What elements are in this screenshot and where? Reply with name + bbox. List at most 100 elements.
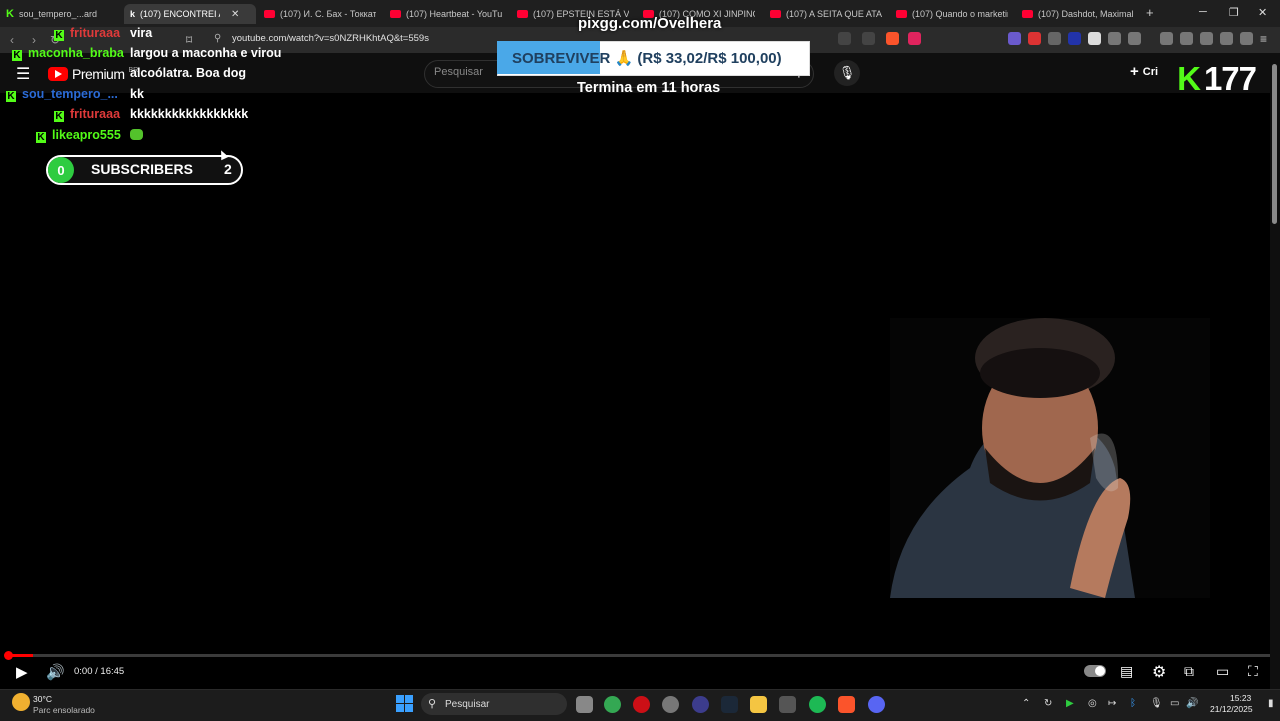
extension-icon[interactable] — [1128, 32, 1141, 45]
goal-ends-text: Termina em 11 horas — [577, 80, 721, 96]
site-info-icon[interactable]: ⚲ — [214, 33, 221, 44]
wallet-icon[interactable] — [1200, 32, 1213, 45]
sidebar-icon[interactable] — [1180, 32, 1193, 45]
maximize-icon[interactable]: ❐ — [1229, 6, 1239, 19]
file-explorer-icon[interactable] — [750, 696, 767, 713]
volume-icon[interactable]: 🔊 — [46, 663, 65, 681]
chat-message: Kfrituraaa — [54, 26, 121, 41]
search-icon: ⚲ — [428, 698, 437, 710]
extension-icon[interactable] — [1008, 32, 1021, 45]
tray-icon[interactable]: ↻ — [1044, 698, 1052, 709]
progress-track[interactable] — [8, 654, 1272, 657]
speaker-icon[interactable]: 🔊 — [1186, 698, 1198, 709]
tab-youtube[interactable]: (107) Heartbeat - YouTube — [390, 4, 502, 24]
chat-message: Ksou_tempero_... — [6, 87, 118, 102]
url-field[interactable]: youtube.com/watch?v=s0NZRHKhtAQ&t=559s — [232, 33, 429, 44]
search-placeholder: Pesquisar — [434, 66, 483, 78]
tab-kick[interactable]: K sou_tempero_...ard — [6, 4, 116, 24]
clock-time[interactable]: 15:23 — [1230, 693, 1251, 703]
tray-icon[interactable]: ◎ — [1088, 698, 1097, 709]
extension-icon[interactable] — [1028, 32, 1041, 45]
youtube-icon — [390, 10, 401, 18]
chat-message: Kfrituraaa — [54, 107, 121, 122]
forward-icon[interactable]: › — [32, 33, 36, 47]
scrollbar-thumb[interactable] — [1272, 64, 1277, 224]
goal-label: SOBREVIVER 🙏 (R$ 33,02/R$ 100,00) — [512, 50, 782, 67]
plus-icon: + — [1130, 63, 1139, 80]
kick-icon: K — [6, 8, 14, 20]
tab-youtube[interactable]: (107) Quando o marketing — [896, 4, 1008, 24]
settings-gear-icon[interactable]: ⚙ — [1152, 662, 1166, 682]
weather-icon[interactable] — [12, 693, 30, 711]
tab-youtube[interactable]: (107) Dashdot, Maximal — [1022, 4, 1134, 24]
leo-ai-icon[interactable] — [1220, 32, 1233, 45]
chat-text: alcoólatra. Boa dog — [130, 66, 246, 80]
goal-title: pixgg.com/Ovelhera — [578, 15, 722, 32]
bluetooth-icon[interactable]: ᛒ — [1130, 698, 1136, 709]
back-icon[interactable]: ‹ — [10, 33, 14, 47]
close-window-icon[interactable]: ✕ — [1258, 6, 1267, 19]
brave-rewards-icon[interactable] — [908, 32, 921, 45]
network-icon[interactable]: ▭ — [1170, 698, 1179, 709]
kick-badge-icon: K — [54, 30, 64, 41]
extension-icon[interactable] — [1048, 32, 1061, 45]
kick-badge-icon: K — [36, 132, 46, 143]
chat-message: Klikeapro555 — [36, 128, 144, 143]
chevron-up-icon[interactable]: ⌃ — [1022, 698, 1030, 709]
media-icon[interactable] — [1160, 32, 1173, 45]
subscribers-current: 0 — [48, 157, 74, 183]
theater-mode-icon[interactable]: ▭ — [1216, 663, 1229, 680]
tab-youtube[interactable]: (107) A SEITA QUE ATACO — [770, 4, 882, 24]
menu-icon[interactable]: ≡ — [1260, 32, 1267, 46]
autoplay-toggle[interactable] — [1084, 665, 1106, 677]
discord-icon[interactable] — [868, 696, 885, 713]
play-icon[interactable]: ▶ — [16, 663, 28, 681]
puzzle-icon[interactable] — [1108, 32, 1121, 45]
cast-icon[interactable] — [838, 32, 851, 45]
tab-youtube[interactable]: (107) И. С. Бах - Токката и — [264, 4, 376, 24]
share-icon[interactable] — [862, 32, 875, 45]
notification-icon[interactable]: ▮ — [1268, 698, 1274, 709]
create-button[interactable]: + Cri — [1130, 63, 1158, 80]
weather-temp: 30°C — [33, 694, 52, 704]
kick-icon: k — [130, 9, 136, 19]
minimize-icon[interactable]: ─ — [1199, 6, 1207, 18]
kick-badge-icon: K — [12, 50, 22, 61]
app-icon[interactable] — [662, 696, 679, 713]
task-view-icon[interactable] — [576, 696, 593, 713]
chrome-icon[interactable] — [604, 696, 621, 713]
miniplayer-icon[interactable]: ⧉ — [1184, 663, 1194, 680]
vpn-icon[interactable] — [1240, 32, 1253, 45]
scrubber-handle[interactable] — [4, 651, 13, 660]
bookmark-icon[interactable]: ⌑ — [186, 33, 192, 47]
time-display: 0:00 / 16:45 — [74, 666, 125, 677]
taskbar-search-input[interactable] — [421, 693, 567, 715]
extension-icon[interactable] — [1068, 32, 1081, 45]
youtube-icon — [264, 10, 275, 18]
fullscreen-icon[interactable]: ⛶ — [1248, 663, 1258, 680]
youtube-logo[interactable]: Premium BR — [48, 66, 138, 82]
mic-icon[interactable]: 🎙 — [834, 60, 860, 86]
hamburger-menu-icon[interactable]: ☰ — [16, 64, 30, 84]
app-icon[interactable] — [692, 696, 709, 713]
mic-tray-icon[interactable]: 🎙 — [1150, 698, 1163, 709]
extension-icon[interactable] — [1088, 32, 1101, 45]
close-tab-icon[interactable]: ✕ — [231, 9, 239, 20]
spotify-icon[interactable] — [809, 696, 826, 713]
tray-icon[interactable]: ↦ — [1108, 698, 1116, 709]
subtitles-icon[interactable]: ▤ — [1120, 663, 1133, 680]
clock-date[interactable]: 21/12/2025 — [1210, 704, 1253, 714]
chat-text: vira — [130, 26, 153, 40]
brave-icon[interactable] — [838, 696, 855, 713]
emote-icon — [130, 129, 144, 140]
brave-shield-icon[interactable] — [886, 32, 899, 45]
windows-start-icon[interactable] — [396, 695, 413, 712]
tab-active[interactable]: k (107) ENCONTREI A M ✕ — [124, 4, 256, 24]
opera-icon[interactable] — [633, 696, 650, 713]
steam-icon[interactable] — [721, 696, 738, 713]
tray-icon[interactable]: ▶ — [1066, 698, 1074, 709]
new-tab-button[interactable]: + — [1146, 5, 1154, 20]
app-icon[interactable] — [779, 696, 796, 713]
chat-text: largou a maconha e virou — [130, 46, 282, 60]
subscribers-label: SUBSCRIBERS — [91, 161, 193, 177]
